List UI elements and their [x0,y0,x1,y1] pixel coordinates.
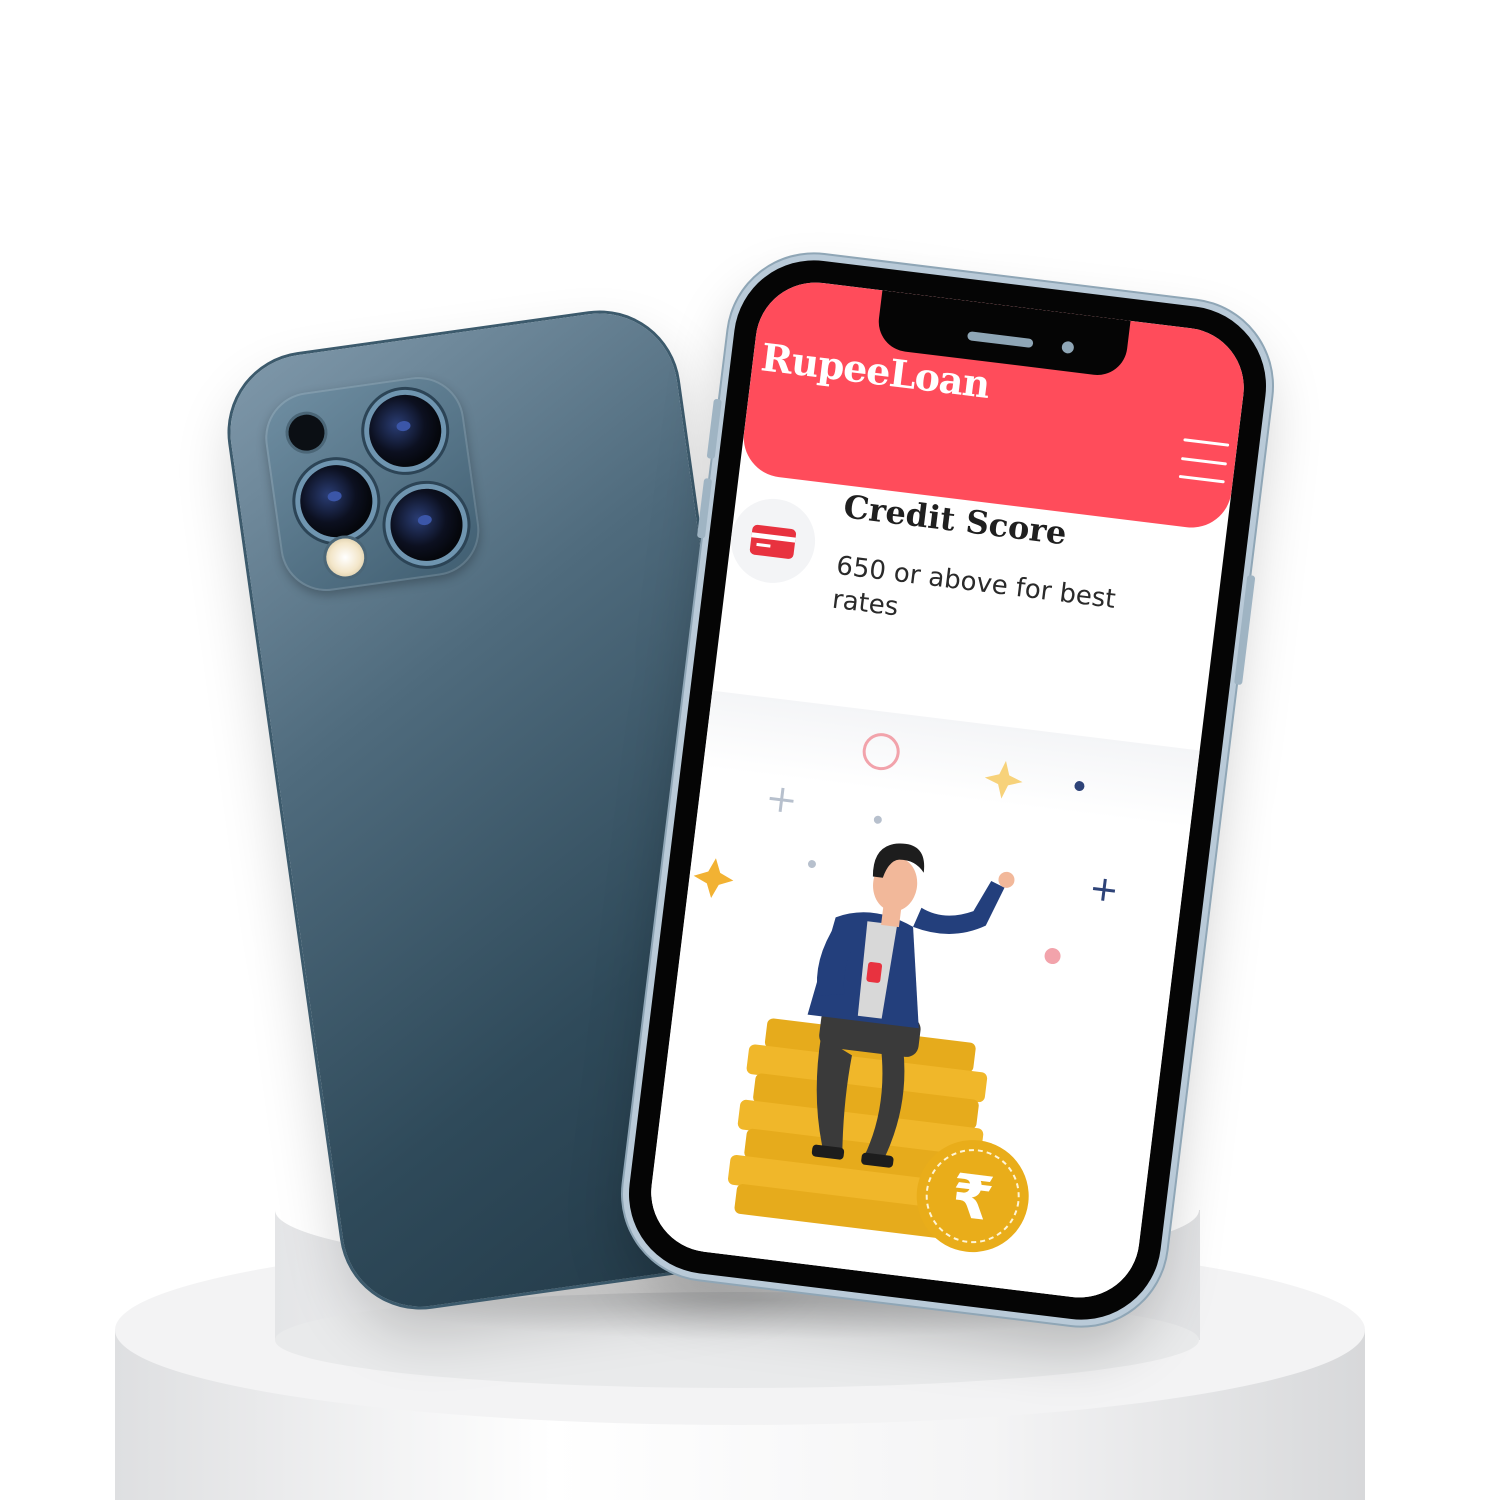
camera-flash [323,536,367,579]
hero-illustration: ₹ [644,690,1200,1305]
credit-card-icon [749,524,797,560]
plus-icon [769,787,794,812]
hamburger-menu-icon[interactable] [1178,438,1230,484]
camera-lens-icon [385,484,468,566]
rupee-symbol: ₹ [947,1161,997,1236]
feature-description: 650 or above for best rates [830,550,1118,623]
man-on-coins-illustration: ₹ [693,733,1116,1253]
camera-lens-icon [295,460,377,542]
menu-line [1183,438,1230,447]
dot-decoration [1074,781,1085,792]
ring-decoration [862,733,900,771]
camera-module [259,371,486,597]
speaker-grille [966,331,1034,349]
plus-icon [1092,878,1116,901]
dot-decoration [807,860,816,869]
camera-lens-icon [364,390,446,472]
phone-screen: RupeeLoan Credit Score 650 or above for … [644,275,1251,1305]
front-camera [1061,340,1075,355]
dot-decoration [873,815,882,824]
dot-decoration [1044,948,1061,965]
sparkle-icon [984,760,1023,799]
menu-line [1178,474,1225,484]
lidar-sensor [286,412,327,453]
feature-icon-badge [726,494,820,588]
menu-line [1181,456,1228,466]
sparkle-icon [693,858,734,898]
